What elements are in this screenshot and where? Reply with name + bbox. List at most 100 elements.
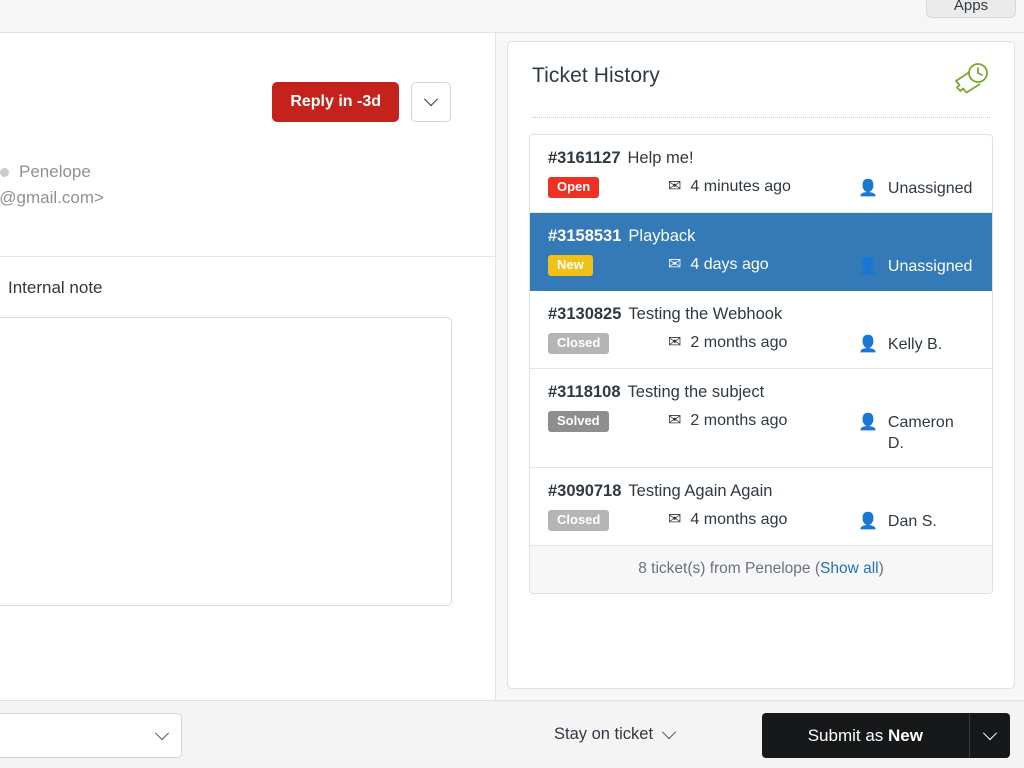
stay-on-ticket-dropdown[interactable]: Stay on ticket: [554, 724, 677, 744]
ticket-subject: Testing the subject: [627, 383, 765, 401]
ticket-time: 4 months ago: [690, 511, 788, 528]
status-badge: Solved: [548, 411, 609, 432]
ticket-id: #3118108: [548, 383, 621, 401]
ticket-time: 4 days ago: [690, 256, 769, 273]
envelope-icon: ✉: [668, 511, 682, 528]
status-badge-cell: New: [548, 255, 668, 276]
reply-action-group: Reply in -3d: [272, 82, 451, 122]
requester-info: Penelope wesome@gmail.com>: [0, 159, 356, 211]
ticket-time-cell: ✉ 4 minutes ago: [668, 177, 858, 196]
chevron-down-icon: [154, 725, 170, 740]
requester-email: wesome@gmail.com>: [0, 188, 104, 207]
internal-note-toolbar[interactable]: [0, 559, 452, 606]
show-all-link[interactable]: Show all: [820, 560, 879, 577]
ticket-row-meta: Solved ✉ 2 months ago 👤 Cameron D.: [548, 411, 974, 454]
ticket-row-title: #3130825 Testing the Webhook: [548, 305, 974, 324]
chevron-down-icon: [982, 725, 998, 740]
ticket-assignee-cell: 👤 Unassigned: [858, 177, 974, 199]
status-badge-cell: Open: [548, 177, 668, 198]
ticket-time-cell: ✉ 2 months ago: [668, 333, 858, 352]
person-icon: 👤: [858, 258, 878, 275]
envelope-icon: ✉: [668, 334, 682, 351]
app-root: Apps Reply in -3d Penelope wesome@gmail.…: [0, 0, 1024, 768]
composer-divider: [0, 256, 496, 257]
submit-button[interactable]: Submit as New: [761, 713, 969, 758]
ticket-row-meta: New ✉ 4 days ago 👤 Unassigned: [548, 255, 974, 277]
ticket-subject: Testing Again Again: [628, 482, 773, 500]
chevron-down-icon: [423, 92, 439, 107]
ticket-time-cell: ✉ 2 months ago: [668, 411, 858, 430]
person-icon: 👤: [858, 336, 878, 353]
internal-note-label: Internal note: [8, 278, 103, 297]
ticket-id: #3161127: [548, 149, 621, 167]
ticket-assignee-cell: 👤 Dan S.: [858, 510, 974, 532]
person-icon: 👤: [858, 414, 878, 431]
ticket-count-text: 8 ticket(s) from Penelope (: [638, 560, 820, 577]
ticket-history-panel: Ticket History #3161127 Help me! Open ✉ …: [507, 41, 1015, 689]
composer-panel: Reply in -3d Penelope wesome@gmail.com> …: [0, 33, 496, 743]
submit-status: New: [888, 725, 923, 745]
ticket-time: 2 months ago: [690, 412, 788, 429]
reply-button[interactable]: Reply in -3d: [272, 82, 399, 122]
ticket-history-row-0[interactable]: #3161127 Help me! Open ✉ 4 minutes ago 👤 …: [530, 135, 992, 213]
ticket-history-header: Ticket History: [508, 42, 1014, 103]
ticket-assignee: Dan S.: [887, 513, 937, 530]
reply-dropdown-button[interactable]: [411, 82, 451, 122]
ticket-count-suffix: ): [878, 560, 884, 577]
header-rule: [532, 117, 990, 118]
ticket-row-title: #3158531 Playback: [548, 227, 974, 246]
apps-button[interactable]: Apps: [926, 0, 1016, 18]
ticket-time-cell: ✉ 4 days ago: [668, 255, 858, 274]
ticket-subject: Help me!: [627, 149, 694, 167]
envelope-icon: ✉: [668, 412, 682, 429]
envelope-icon: ✉: [668, 256, 682, 273]
status-badge: Closed: [548, 333, 610, 354]
presence-dot-icon: [0, 167, 9, 177]
submit-dropdown-button[interactable]: [969, 713, 1010, 758]
ticket-row-meta: Closed ✉ 2 months ago 👤 Kelly B.: [548, 333, 974, 355]
status-badge-cell: Closed: [548, 333, 668, 354]
ticket-assignee: Unassigned: [887, 180, 973, 197]
person-icon: 👤: [858, 513, 878, 530]
ticket-history-footer: 8 ticket(s) from Penelope (Show all): [530, 546, 992, 593]
ticket-time-cell: ✉ 4 months ago: [668, 510, 858, 529]
ticket-row-title: #3090718 Testing Again Again: [548, 482, 974, 501]
ticket-assignee-cell: 👤 Cameron D.: [858, 411, 974, 454]
chevron-down-icon: [661, 724, 677, 739]
ticket-assignee-cell: 👤 Unassigned: [858, 255, 974, 277]
envelope-icon: ✉: [668, 178, 682, 195]
ticket-id: #3158531: [548, 227, 622, 245]
ticket-history-row-3[interactable]: #3118108 Testing the subject Solved ✉ 2 m…: [530, 369, 992, 468]
ticket-time: 4 minutes ago: [690, 178, 791, 195]
status-badge-cell: Solved: [548, 411, 668, 432]
ticket-id: #3090718: [548, 482, 622, 500]
stay-on-ticket-label: Stay on ticket: [554, 725, 654, 743]
page-title: Ticket History: [532, 64, 660, 87]
macro-select[interactable]: [0, 713, 182, 758]
ticket-subject: Playback: [628, 227, 696, 245]
internal-note-textarea[interactable]: [0, 317, 452, 600]
ticket-history-row-1[interactable]: #3158531 Playback New ✉ 4 days ago 👤 Unas…: [530, 213, 992, 291]
status-badge: Open: [548, 177, 600, 198]
status-badge-cell: Closed: [548, 510, 668, 531]
status-badge: New: [548, 255, 593, 276]
ticket-assignee-cell: 👤 Kelly B.: [858, 333, 974, 355]
submit-action-group: Submit as New: [761, 713, 1010, 758]
ticket-assignee: Unassigned: [887, 258, 973, 275]
status-badge: Closed: [548, 510, 610, 531]
ticket-id: #3130825: [548, 305, 622, 323]
ticket-history-row-4[interactable]: #3090718 Testing Again Again Closed ✉ 4 m…: [530, 468, 992, 546]
ticket-clock-icon: [950, 60, 990, 103]
ticket-time: 2 months ago: [690, 334, 788, 351]
ticket-history-row-2[interactable]: #3130825 Testing the Webhook Closed ✉ 2 m…: [530, 291, 992, 369]
top-bar: Apps: [0, 0, 1024, 33]
person-icon: 👤: [858, 180, 878, 197]
ticket-row-title: #3161127 Help me!: [548, 149, 974, 168]
bottom-bar: Stay on ticket Submit as New: [0, 700, 1024, 768]
ticket-row-meta: Open ✉ 4 minutes ago 👤 Unassigned: [548, 177, 974, 199]
ticket-row-title: #3118108 Testing the subject: [548, 383, 974, 402]
ticket-assignee: Cameron D.: [887, 414, 954, 452]
ticket-assignee: Kelly B.: [887, 336, 943, 353]
apps-button-label: Apps: [953, 0, 989, 14]
ticket-subject: Testing the Webhook: [628, 305, 783, 323]
